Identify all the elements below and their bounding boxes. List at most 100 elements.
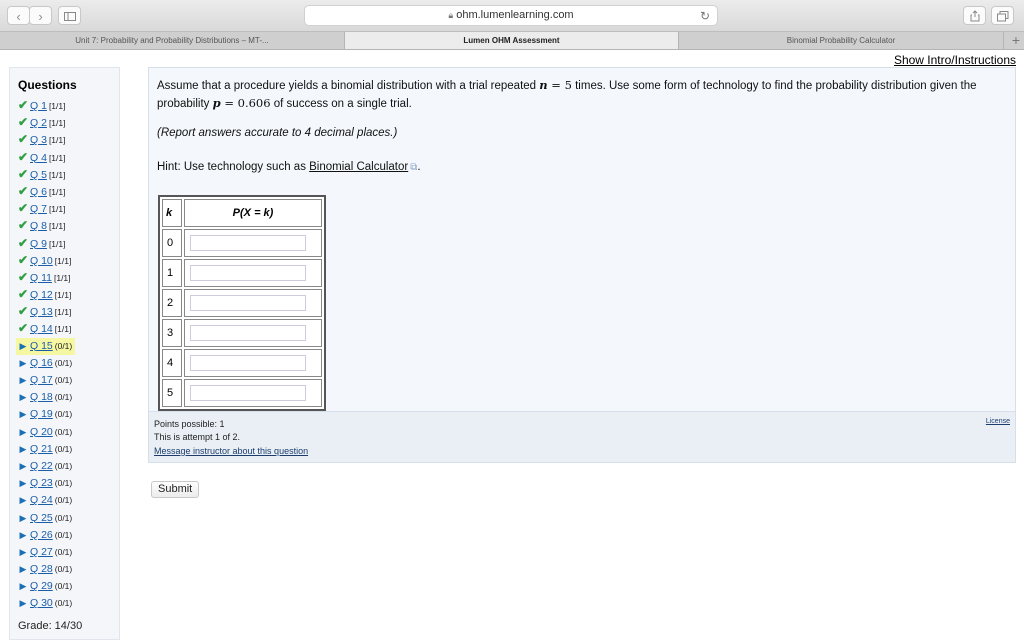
question-score: (0/1) (54, 357, 73, 368)
question-nav-item: ▶ Q 24 (0/1) (16, 492, 75, 509)
question-link[interactable]: Q 19 (30, 408, 53, 420)
submit-button[interactable]: Submit (151, 481, 200, 498)
question-footer: Points possible: 1 This is attempt 1 of … (148, 412, 1016, 463)
question-link[interactable]: Q 15 (30, 340, 53, 352)
question-link[interactable]: Q 14 (30, 323, 53, 335)
tabs-icon (996, 11, 1008, 22)
chevron-left-icon: ‹ (16, 9, 21, 24)
probability-cell (184, 379, 322, 407)
question-score: (0/1) (54, 581, 73, 592)
p-symbol: p (212, 96, 221, 110)
question-nav-item: ▶ Q 19 (0/1) (16, 406, 75, 423)
k-value: 3 (162, 319, 182, 347)
show-intro-link[interactable]: Show Intro/Instructions (894, 53, 1016, 67)
question-link[interactable]: Q 21 (30, 443, 53, 455)
play-arrow-icon: ▶ (19, 392, 27, 403)
url-text: ohm.lumenlearning.com (456, 9, 574, 21)
question-sidebar: Questions ✔ Q 1 [1/1] ✔ Q 2 [1/1] ✔ Q 3 [1/1] ✔ Q … (9, 67, 120, 640)
probability-cell (184, 319, 322, 347)
question-nav-item: ✔ Q 6 [1/1] (16, 183, 75, 200)
points-possible: Points possible: 1 (154, 419, 225, 429)
question-link[interactable]: Q 29 (30, 580, 53, 592)
question-link[interactable]: Q 10 (30, 255, 53, 267)
address-bar[interactable]: 🔒︎ ohm.lumenlearning.com ↻ (304, 5, 718, 26)
tab-binomial-calculator[interactable]: Binomial Probability Calculator (679, 32, 1004, 49)
report-instruction: (Report answers accurate to 4 decimal pl… (157, 127, 398, 139)
question-score: (0/1) (54, 598, 73, 609)
n-value: 5 (564, 78, 572, 92)
question-link[interactable]: Q 2 (30, 117, 47, 129)
checkmark-icon: ✔ (17, 132, 29, 147)
hint-suffix: . (417, 161, 421, 173)
question-score: [1/1] (54, 307, 72, 318)
probability-input[interactable] (190, 355, 306, 371)
reload-icon[interactable]: ↻ (700, 7, 710, 26)
k-value: 4 (162, 349, 182, 377)
question-link[interactable]: Q 20 (30, 426, 53, 438)
tabs-overview-button[interactable] (991, 6, 1014, 25)
probability-input[interactable] (190, 235, 306, 251)
question-link[interactable]: Q 8 (30, 220, 47, 232)
question-link[interactable]: Q 3 (30, 134, 47, 146)
binomial-calculator-link[interactable]: Binomial Calculator (309, 161, 408, 173)
question-link[interactable]: Q 23 (30, 477, 53, 489)
question-nav-item: ✔ Q 9 [1/1] (16, 235, 75, 252)
probability-input[interactable] (190, 265, 306, 281)
question-link[interactable]: Q 7 (30, 203, 47, 215)
question-link[interactable]: Q 25 (30, 512, 53, 524)
question-score: [1/1] (48, 118, 66, 129)
question-nav-item: ✔ Q 3 [1/1] (16, 131, 75, 148)
tab-lumen-ohm[interactable]: Lumen OHM Assessment (345, 32, 679, 49)
question-link[interactable]: Q 12 (30, 289, 53, 301)
share-button[interactable] (963, 6, 986, 25)
question-score: [1/1] (48, 204, 66, 215)
question-link[interactable]: Q 28 (30, 563, 53, 575)
question-link[interactable]: Q 24 (30, 494, 53, 506)
question-link[interactable]: Q 5 (30, 169, 47, 181)
checkmark-icon: ✔ (17, 115, 29, 130)
question-nav-item: ✔ Q 10 [1/1] (16, 252, 75, 269)
question-link[interactable]: Q 9 (30, 238, 47, 250)
question-text-part-1: Assume that a procedure yields a binomia… (157, 80, 540, 92)
probability-input[interactable] (190, 385, 306, 401)
question-link[interactable]: Q 11 (30, 272, 52, 284)
back-button[interactable]: ‹ (7, 6, 30, 25)
question-link[interactable]: Q 26 (30, 529, 53, 541)
question-link[interactable]: Q 17 (30, 374, 53, 386)
play-arrow-icon: ▶ (19, 357, 27, 368)
question-score: (0/1) (54, 478, 73, 489)
question-nav-item: ✔ Q 5 [1/1] (16, 166, 75, 183)
question-panel: Assume that a procedure yields a binomia… (148, 67, 1016, 412)
question-link[interactable]: Q 22 (30, 460, 53, 472)
question-link[interactable]: Q 18 (30, 391, 53, 403)
question-link[interactable]: Q 1 (30, 100, 47, 112)
play-arrow-icon: ▶ (19, 409, 27, 420)
question-link[interactable]: Q 6 (30, 186, 47, 198)
question-link[interactable]: Q 30 (30, 597, 53, 609)
probability-cell (184, 289, 322, 317)
message-instructor-link[interactable]: Message instructor about this question (154, 446, 308, 456)
play-arrow-icon: ▶ (19, 546, 27, 557)
play-arrow-icon: ▶ (19, 460, 27, 471)
k-value: 2 (162, 289, 182, 317)
probability-input[interactable] (190, 325, 306, 341)
new-tab-button[interactable]: + (1012, 32, 1020, 49)
sidebar-heading: Questions (18, 78, 77, 92)
forward-button[interactable]: › (29, 6, 52, 25)
probability-input[interactable] (190, 295, 306, 311)
license-link[interactable]: License (986, 418, 1010, 425)
column-header-k: k (162, 199, 182, 227)
question-link[interactable]: Q 13 (30, 306, 53, 318)
question-link[interactable]: Q 27 (30, 546, 53, 558)
play-arrow-icon: ▶ (19, 529, 27, 540)
question-link[interactable]: Q 4 (30, 152, 47, 164)
question-link[interactable]: Q 16 (30, 357, 53, 369)
checkmark-icon: ✔ (17, 304, 29, 319)
checkmark-icon: ✔ (17, 235, 29, 250)
play-arrow-icon: ▶ (19, 443, 27, 454)
checkmark-icon: ✔ (17, 321, 29, 336)
sidebar-toggle-button[interactable] (58, 6, 81, 25)
tab-unit-7[interactable]: Unit 7: Probability and Probability Dist… (0, 32, 345, 49)
question-score: [1/1] (48, 238, 66, 249)
question-nav-item: ✔ Q 8 [1/1] (16, 217, 75, 234)
